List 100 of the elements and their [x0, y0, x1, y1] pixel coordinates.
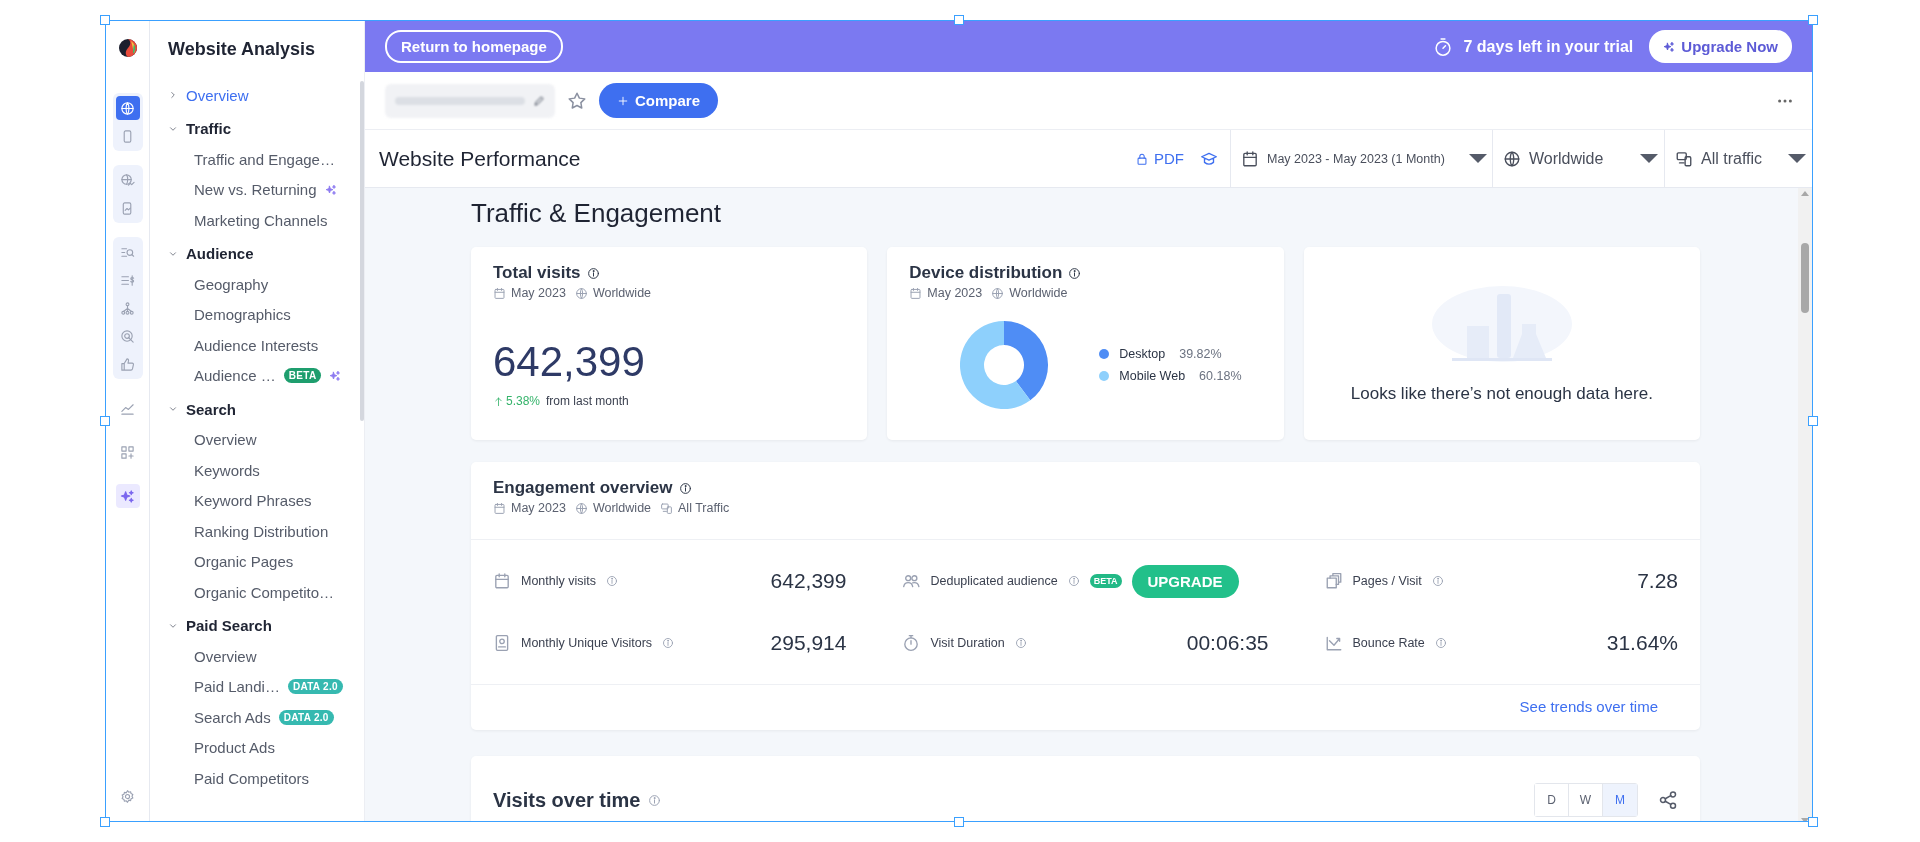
change-percent: 5.38%	[506, 394, 541, 408]
meta-text: Worldwide	[1009, 286, 1068, 300]
badge: DATA 2.0	[278, 709, 334, 725]
globe-chart-icon	[120, 172, 135, 188]
return-button[interactable]: Return to homepage	[385, 30, 563, 63]
resize-handle[interactable]	[100, 15, 110, 25]
meta-text: May 2023	[511, 286, 566, 300]
info-icon	[1434, 637, 1447, 649]
resize-handle[interactable]	[100, 416, 110, 426]
share-icon[interactable]	[1658, 790, 1678, 810]
compare-button[interactable]: Compare	[599, 83, 719, 118]
globe-icon	[1503, 149, 1521, 168]
nav-item[interactable]: Search Ads	[194, 708, 271, 726]
calendar-icon	[1241, 149, 1259, 168]
settings-icon	[120, 788, 135, 804]
nav-item[interactable]: Keyword Phrases	[194, 492, 312, 510]
star-icon[interactable]	[567, 90, 587, 111]
info-icon	[662, 637, 675, 649]
nav-section[interactable]: Search	[186, 400, 237, 418]
legend-value: 39.82%	[1179, 347, 1222, 361]
nav-item[interactable]: Marketing Channels	[194, 211, 328, 229]
filter-dropdown[interactable]: May 2023 - May 2023 (1 Month)	[1230, 130, 1492, 187]
filter-dropdown[interactable]: All traffic	[1664, 130, 1812, 187]
trends-link[interactable]: See trends over time	[1513, 697, 1664, 716]
meta-text: May 2023	[927, 286, 983, 300]
resize-handle[interactable]	[1808, 817, 1818, 827]
resize-handle[interactable]	[954, 15, 964, 25]
nav-section[interactable]: Traffic	[186, 120, 231, 138]
info-icon	[1068, 266, 1082, 280]
chevron-right-icon	[168, 90, 178, 101]
pencil-icon	[533, 94, 545, 107]
caret-icon	[1468, 154, 1487, 163]
filter-dropdown[interactable]: Worldwide	[1492, 130, 1664, 187]
scrollbar[interactable]	[1798, 188, 1812, 821]
devices-icon	[660, 501, 674, 515]
calendar-icon	[493, 501, 506, 515]
caret-icon	[1640, 154, 1658, 163]
nav-item[interactable]: Organic Competito…	[194, 583, 335, 601]
meta-text: All Traffic	[678, 501, 730, 515]
devices-icon	[1675, 149, 1693, 168]
site-selector[interactable]	[385, 83, 555, 118]
card-title: Device distribution	[909, 263, 1063, 283]
logo-icon	[118, 39, 137, 57]
info-icon	[1067, 575, 1080, 587]
nav-item[interactable]: Keywords	[194, 461, 260, 479]
lock-icon	[1135, 151, 1149, 166]
resize-handle[interactable]	[954, 817, 964, 827]
globe-icon	[120, 100, 135, 116]
nav-item[interactable]: Demographics	[194, 306, 291, 324]
metric-value: 7.28	[1637, 569, 1678, 593]
sparkle-icon	[1663, 40, 1676, 53]
meta-text: Worldwide	[592, 501, 652, 515]
metric-label: Monthly visits	[521, 574, 597, 588]
globe-tab[interactable]	[115, 96, 140, 120]
nav-item[interactable]: Geography	[194, 275, 269, 293]
info-icon	[648, 793, 662, 807]
metric-label: Deduplicated audience	[930, 574, 1058, 588]
metric-value: 00:06:35	[1186, 631, 1269, 655]
pages-icon	[1324, 572, 1343, 590]
nav-item[interactable]: Overview	[194, 647, 257, 665]
info-icon	[678, 481, 692, 495]
granularity-button[interactable]: M	[1603, 784, 1637, 816]
legend-value: 60.18%	[1199, 369, 1242, 383]
nav-section[interactable]: Audience	[186, 245, 254, 263]
nav-item[interactable]: Overview	[186, 86, 249, 104]
nav-item[interactable]: Product Ads	[194, 739, 275, 757]
globe-icon	[991, 286, 1005, 300]
upgrade-button[interactable]: Upgrade Now	[1649, 30, 1792, 63]
granularity-button[interactable]: D	[1535, 784, 1569, 816]
resize-handle[interactable]	[1808, 416, 1818, 426]
resize-handle[interactable]	[1808, 15, 1818, 25]
metric-value: 31.64%	[1606, 631, 1678, 655]
card-title: Total visits	[493, 263, 581, 283]
timer-icon	[1433, 36, 1454, 57]
metric-label: Pages / Visit	[1352, 574, 1422, 588]
nav-section[interactable]: Paid Search	[186, 617, 272, 635]
meta-text: May 2023	[511, 501, 566, 515]
apps-plus-icon	[120, 444, 135, 460]
nav-item[interactable]: New vs. Returning	[194, 181, 317, 199]
nav-item[interactable]: Traffic and Engage…	[194, 150, 335, 168]
info-icon	[606, 575, 619, 587]
resize-handle[interactable]	[100, 817, 110, 827]
sparkle-tab[interactable]	[115, 484, 140, 508]
trial-text: 7 days left in your trial	[1463, 37, 1634, 56]
section-title: Traffic & Engagement	[471, 198, 723, 229]
nav-item[interactable]: Audience …	[194, 367, 276, 385]
thumbs-up-icon	[120, 356, 135, 372]
metric-label: Bounce Rate	[1352, 636, 1425, 650]
sparkle-icon	[120, 488, 135, 504]
pdf-button[interactable]: PDF	[1129, 149, 1190, 168]
info-icon	[586, 266, 600, 280]
id-card-icon	[493, 634, 511, 652]
nav-item[interactable]: Audience Interests	[194, 336, 319, 354]
nav-item[interactable]: Paid Competitors	[194, 769, 310, 787]
nav-item[interactable]: Ranking Distribution	[194, 522, 329, 540]
metric-label: Monthly Unique Visitors	[521, 636, 653, 650]
nav-item[interactable]: Paid Landi…	[194, 678, 280, 696]
more-icon[interactable]	[1778, 98, 1792, 103]
nav-item[interactable]: Organic Pages	[194, 553, 294, 571]
nav-item[interactable]: Overview	[194, 431, 257, 449]
